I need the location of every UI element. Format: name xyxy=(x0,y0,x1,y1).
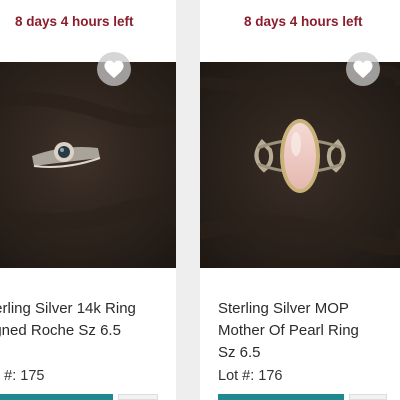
watch-button[interactable] xyxy=(349,394,387,400)
favorite-button[interactable] xyxy=(97,52,131,86)
ring-photo-image xyxy=(200,62,400,268)
item-photo[interactable] xyxy=(200,62,400,268)
bid-button[interactable] xyxy=(0,394,113,400)
title-line: Sz 6.5 xyxy=(218,344,261,361)
lot-number: Lot #: 175 xyxy=(0,368,45,384)
listing-card[interactable]: 8 days 4 hours left Sterling Silver MOP … xyxy=(200,0,400,400)
favorite-button[interactable] xyxy=(346,52,380,86)
title-line: Sterling Silver 14k Ring xyxy=(0,300,136,317)
bid-button[interactable] xyxy=(218,394,344,400)
title-line: Sterling Silver MOP xyxy=(218,300,349,317)
listing-title[interactable]: Sterling Silver MOP Mother Of Pearl Ring… xyxy=(218,298,393,364)
heart-icon xyxy=(104,60,124,79)
title-line: Mother Of Pearl Ring xyxy=(218,322,359,339)
watch-button[interactable] xyxy=(118,394,158,400)
title-line: Signed Roche Sz 6.5 xyxy=(0,322,121,339)
time-left-label: 8 days 4 hours left xyxy=(244,14,363,29)
listing-card[interactable]: 8 days 4 hours left Sterling Silver xyxy=(0,0,176,400)
listing-title[interactable]: Sterling Silver 14k Ring Signed Roche Sz… xyxy=(0,298,176,342)
heart-icon xyxy=(353,60,373,79)
ring-photo-image xyxy=(0,62,176,268)
item-photo[interactable] xyxy=(0,62,176,268)
time-left-label: 8 days 4 hours left xyxy=(15,14,134,29)
lot-number: Lot #: 176 xyxy=(218,368,283,384)
